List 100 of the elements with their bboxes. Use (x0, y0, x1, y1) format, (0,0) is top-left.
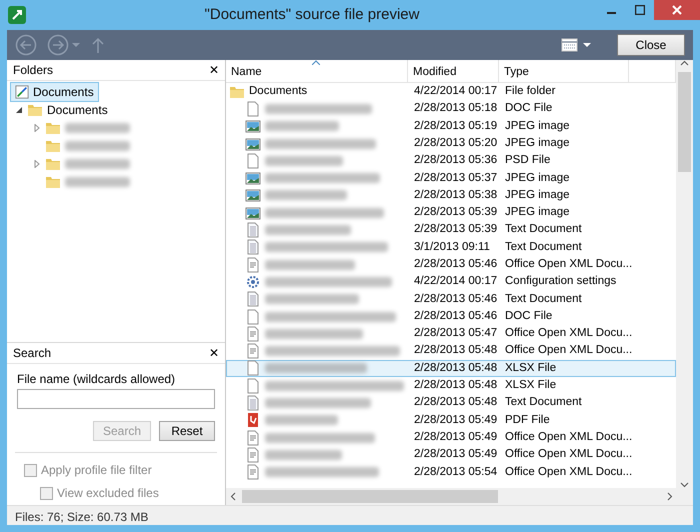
file-type: Office Open XML Docu... (504, 447, 630, 462)
file-type: PDF File (504, 412, 551, 428)
expanded-icon[interactable] (15, 106, 23, 114)
tree-label[interactable]: Documents (47, 101, 108, 119)
table-row[interactable]: 2/28/2013 05:48 XLSX File (226, 377, 676, 394)
file-type: JPEG image (504, 188, 571, 203)
modified-date: 2/28/2013 05:39 (413, 222, 498, 238)
table-row[interactable]: 2/28/2013 05:38 JPEG image (226, 186, 676, 204)
table-row[interactable]: 2/28/2013 05:37 JPEG image (226, 169, 676, 187)
app-logo-icon (8, 6, 26, 24)
file-type: Office Open XML Docu... (504, 464, 630, 480)
modified-date: 2/28/2013 05:49 (413, 447, 498, 462)
modified-date: 2/28/2013 05:19 (413, 118, 498, 134)
modified-date: 2/28/2013 05:49 (413, 430, 498, 445)
modified-date: 2/28/2013 05:49 (413, 412, 498, 428)
file-type: JPEG image (504, 118, 571, 134)
file-type: Configuration settings (504, 274, 618, 290)
table-row[interactable]: 4/22/2014 00:17 Configuration settings (226, 273, 676, 291)
modified-date: 2/28/2013 05:46 (413, 308, 498, 324)
window-title: "Documents" source file preview (204, 4, 420, 25)
back-icon[interactable] (15, 34, 37, 56)
modified-date: 2/28/2013 05:47 (413, 326, 498, 342)
folder-icon (45, 156, 61, 172)
file-type: PSD File (504, 153, 552, 168)
column-header[interactable]: Modified (408, 60, 499, 82)
scrollbar-thumb[interactable] (678, 72, 691, 172)
table-row[interactable]: 2/28/2013 05:46 Office Open XML Docu... (226, 256, 676, 274)
collapsed-icon[interactable] (33, 160, 41, 168)
folder-icon (27, 102, 43, 118)
modified-date: 2/28/2013 05:48 (413, 343, 498, 358)
reset-button[interactable]: Reset (159, 421, 215, 441)
file-type: Text Document (504, 222, 583, 238)
file-type: DOC File (504, 308, 554, 324)
file-type: JPEG image (504, 205, 571, 220)
file-type: DOC File (504, 101, 554, 116)
close-button[interactable]: Close (617, 34, 685, 56)
table-row[interactable]: 2/28/2013 05:39 Text Document (226, 221, 676, 239)
tree-label: Documents (33, 84, 94, 101)
collapsed-icon[interactable] (33, 124, 41, 132)
table-row[interactable]: 2/28/2013 05:48 XLSX File (226, 360, 676, 378)
table-row[interactable]: 2/28/2013 05:39 JPEG image (226, 204, 676, 222)
modified-date: 2/28/2013 05:39 (413, 205, 498, 220)
modified-date: 3/1/2013 09:11 (413, 240, 491, 255)
modified-date: 4/22/2014 00:17 (413, 84, 498, 100)
table-row[interactable]: 2/28/2013 05:54 Office Open XML Docu... (226, 464, 676, 481)
table-row[interactable]: 2/28/2013 05:19 JPEG image (226, 118, 676, 135)
table-row[interactable]: 2/28/2013 05:46 DOC File (226, 308, 676, 326)
file-type: Office Open XML Docu... (504, 257, 630, 272)
modified-date: 4/22/2014 00:17 (413, 274, 498, 290)
checkbox-label: Apply profile file filter (41, 462, 152, 479)
file-type: Office Open XML Docu... (504, 430, 630, 445)
scroll-down-icon[interactable] (680, 482, 689, 488)
table-row[interactable]: 2/28/2013 05:49 Office Open XML Docu... (226, 428, 676, 446)
modified-date: 2/28/2013 05:20 (413, 136, 498, 151)
table-row[interactable]: 2/28/2013 05:20 JPEG image (226, 134, 676, 152)
modified-date: 2/28/2013 05:36 (413, 153, 498, 168)
table-row[interactable]: 2/28/2013 05:49 PDF File (226, 412, 676, 429)
file-type: Text Document (504, 292, 583, 307)
view-menu-icon[interactable] (561, 37, 593, 53)
file-name: Documents (249, 84, 308, 100)
field-label: File name (wildcards allowed) (16, 371, 176, 388)
folder-icon (45, 120, 61, 136)
scroll-left-icon[interactable] (230, 492, 236, 501)
modified-date: 2/28/2013 05:46 (413, 292, 498, 307)
close-icon[interactable]: ✕ (209, 344, 219, 362)
file-type: Office Open XML Docu... (504, 343, 630, 358)
table-row[interactable]: 3/1/2013 09:11 Text Document (226, 238, 676, 256)
modified-date: 2/28/2013 05:54 (413, 464, 498, 480)
forward-icon[interactable] (47, 34, 81, 56)
table-row[interactable]: 2/28/2013 05:48 Office Open XML Docu... (226, 342, 676, 360)
close-icon[interactable]: ✕ (209, 61, 219, 79)
table-row[interactable]: Documents 4/22/2014 00:17 File folder (226, 83, 676, 100)
tree-item[interactable]: Documents (10, 82, 99, 102)
table-row[interactable]: 2/28/2013 05:18 DOC File (226, 100, 676, 118)
column-header[interactable]: Name (226, 60, 408, 82)
scrollbar-thumb[interactable] (242, 490, 498, 503)
table-row[interactable]: 2/28/2013 05:49 Office Open XML Docu... (226, 446, 676, 464)
panel-title: Search (13, 345, 52, 362)
column-header[interactable]: Type (499, 60, 629, 82)
modified-date: 2/28/2013 05:18 (413, 101, 498, 116)
file-type: XLSX File (504, 378, 558, 394)
table-row[interactable]: 2/28/2013 05:46 Text Document (226, 290, 676, 308)
scroll-right-icon[interactable] (667, 492, 673, 501)
search-field[interactable] (17, 389, 215, 409)
modified-date: 2/28/2013 05:38 (413, 188, 498, 203)
table-row[interactable]: 2/28/2013 05:48 Text Document (226, 394, 676, 412)
file-type: JPEG image (504, 136, 571, 151)
table-row[interactable]: 2/28/2013 05:47 Office Open XML Docu... (226, 325, 676, 342)
up-arrow-icon[interactable] (91, 36, 105, 54)
modified-date: 2/28/2013 05:48 (413, 360, 498, 376)
file-type: XLSX File (504, 360, 558, 376)
modified-date: 2/28/2013 05:37 (413, 170, 498, 186)
close-icon[interactable] (654, 0, 700, 20)
file-type: JPEG image (504, 170, 571, 186)
scroll-up-icon[interactable] (680, 60, 689, 66)
modified-date: 2/28/2013 05:48 (413, 378, 498, 394)
table-row[interactable]: 2/28/2013 05:36 PSD File (226, 152, 676, 170)
status-bar: Files: 76; Size: 60.73 MB (7, 505, 693, 525)
file-type: Office Open XML Docu... (504, 326, 630, 342)
panel-title: Folders (13, 62, 54, 79)
